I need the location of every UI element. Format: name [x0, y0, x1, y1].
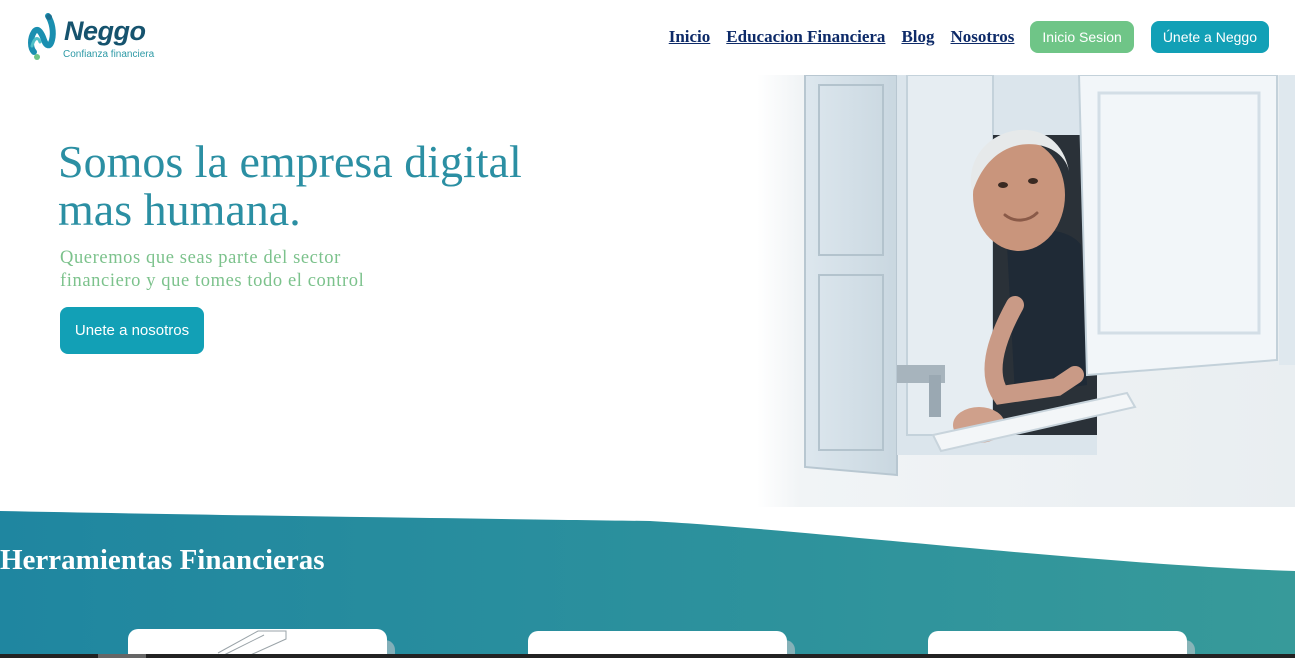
hero-subtitle: Queremos que seas parte del sector finan…	[60, 247, 460, 293]
logo[interactable]: Neggo Confianza financiera	[26, 8, 156, 64]
login-button[interactable]: Inicio Sesion	[1030, 21, 1134, 53]
nav-link-inicio[interactable]: Inicio	[669, 27, 711, 47]
hero-subtitle-line-2: financiero y que tomes todo el control	[60, 271, 365, 291]
site-header: Neggo Confianza financiera Inicio Educac…	[0, 0, 1295, 75]
logo-name: Neggo	[64, 16, 146, 46]
logo-tagline: Confianza financiera	[63, 49, 155, 60]
hero-title-line-1: Somos la empresa digital	[58, 136, 522, 187]
hero-title-line-2: mas humana.	[58, 184, 301, 235]
join-button[interactable]: Únete a Neggo	[1150, 21, 1269, 53]
hero-title: Somos la empresa digital mas humana.	[58, 138, 678, 234]
main-nav: Inicio Educacion Financiera Blog Nosotro…	[669, 21, 1269, 53]
nav-link-nosotros[interactable]: Nosotros	[951, 27, 1015, 47]
nav-link-blog[interactable]: Blog	[901, 27, 934, 47]
hero-photo-illustration	[757, 75, 1295, 507]
hero-join-button[interactable]: Unete a nosotros	[60, 307, 204, 354]
nav-link-educacion-financiera[interactable]: Educacion Financiera	[726, 27, 885, 47]
hero-photo	[757, 75, 1295, 507]
horizontal-scrollbar[interactable]	[0, 654, 1295, 658]
hero-subtitle-line-1: Queremos que seas parte del sector	[60, 248, 341, 268]
scrollbar-thumb[interactable]	[98, 654, 146, 658]
tools-section-title: Herramientas Financieras	[0, 544, 325, 576]
neggo-logo-icon	[28, 13, 56, 60]
